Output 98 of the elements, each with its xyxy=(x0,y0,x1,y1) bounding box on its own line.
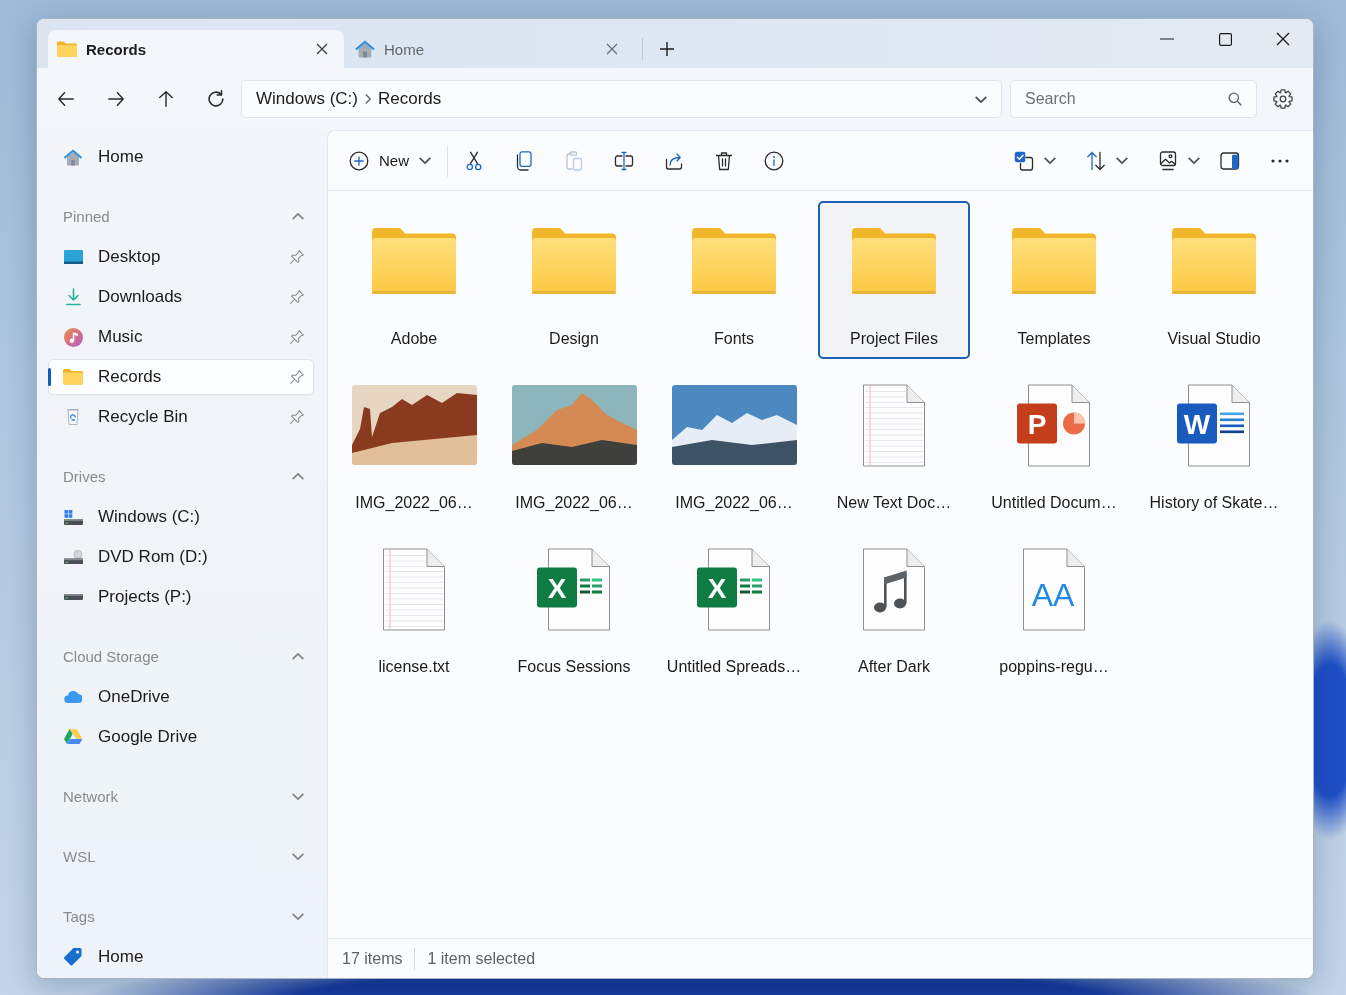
scissors-icon[interactable] xyxy=(464,150,484,171)
selection-status: 1 item selected xyxy=(427,949,536,968)
settings-icon[interactable] xyxy=(1273,89,1293,109)
sort-arrows-icon xyxy=(1086,150,1106,171)
disc-drive-icon xyxy=(63,549,83,565)
cloud-icon xyxy=(63,691,83,703)
tab[interactable]: Records xyxy=(48,30,344,68)
trash-icon[interactable] xyxy=(714,150,734,171)
sidebar-item[interactable]: Projects (P:) xyxy=(48,579,314,615)
folder-icon xyxy=(532,228,616,294)
chevron-down-icon xyxy=(292,912,304,920)
address-bar[interactable]: Windows (C:) Records xyxy=(241,80,1002,118)
sidebar-item[interactable]: OneDrive xyxy=(48,679,314,715)
chevron-down-icon[interactable] xyxy=(975,95,987,103)
file-item[interactable]: New Text Doc… xyxy=(818,365,970,523)
chevron-up-icon xyxy=(292,212,304,220)
folder-item[interactable]: Visual Studio xyxy=(1138,201,1290,359)
folder-icon xyxy=(1172,228,1256,294)
home-icon xyxy=(355,40,375,58)
folder-icon xyxy=(372,228,456,294)
plus-circle-icon xyxy=(349,150,369,171)
folder-item[interactable]: Fonts xyxy=(658,201,810,359)
sort-menu-button[interactable] xyxy=(1086,150,1128,171)
copy-icon[interactable] xyxy=(514,150,534,171)
pin-icon[interactable] xyxy=(290,330,304,344)
sidebar-item[interactable]: Downloads xyxy=(48,279,314,315)
tab[interactable]: Home xyxy=(346,30,634,68)
folder-icon xyxy=(852,228,936,294)
sidebar-item[interactable]: Windows (C:) xyxy=(48,499,314,535)
file-item[interactable]: After Dark xyxy=(818,529,970,687)
chevron-down-icon xyxy=(292,792,304,800)
folder-item[interactable]: Design xyxy=(498,201,650,359)
sidebar-item[interactable]: DVD Rom (D:) xyxy=(48,539,314,575)
search-icon[interactable] xyxy=(1228,92,1242,106)
download-arrow-icon xyxy=(65,288,81,306)
tricolor-triangle-icon xyxy=(63,729,83,745)
file-item[interactable]: IMG_2022_06… xyxy=(338,365,490,523)
sidebar-item[interactable]: Records xyxy=(48,359,314,395)
info-icon[interactable] xyxy=(764,150,784,171)
checkbox-icon xyxy=(1014,150,1034,171)
folder-icon xyxy=(57,41,77,57)
maximize-icon[interactable] xyxy=(1218,32,1232,46)
file-item[interactable]: X Untitled Spreads… xyxy=(658,529,810,687)
sidebar-item[interactable]: Desktop xyxy=(48,239,314,275)
file-item[interactable]: IMG_2022_06… xyxy=(658,365,810,523)
music-file-icon xyxy=(862,547,926,631)
sidebar-item[interactable]: Home xyxy=(48,139,314,175)
file-item[interactable]: AA poppins-regu… xyxy=(978,529,1130,687)
close-icon[interactable] xyxy=(316,43,328,55)
text-file-icon xyxy=(862,383,926,467)
folder-icon xyxy=(1012,228,1096,294)
breadcrumb[interactable]: Windows (C:) xyxy=(256,89,358,109)
drive-icon xyxy=(63,594,83,600)
back-icon[interactable] xyxy=(57,92,75,106)
folder-item[interactable]: Project Files xyxy=(818,201,970,359)
file-item[interactable]: X Focus Sessions xyxy=(498,529,650,687)
home-icon xyxy=(64,148,82,166)
search-field[interactable]: Search xyxy=(1010,80,1257,118)
pin-icon[interactable] xyxy=(290,290,304,304)
sidebar-item[interactable]: Home xyxy=(48,939,314,975)
rename-icon[interactable] xyxy=(614,150,634,171)
font-file-icon: AA xyxy=(1022,547,1086,631)
select-menu-button[interactable] xyxy=(1014,150,1056,171)
image-icon xyxy=(1158,150,1178,171)
refresh-icon[interactable] xyxy=(207,90,225,108)
system-drive-icon xyxy=(63,509,83,525)
new-button[interactable]: New xyxy=(349,150,431,171)
new-tab-icon[interactable] xyxy=(659,41,675,57)
sidebar-item[interactable]: Recycle Bin xyxy=(48,399,314,435)
sidebar-item[interactable]: Music xyxy=(48,319,314,355)
chevron-up-icon xyxy=(292,472,304,480)
desktop-icon xyxy=(63,250,83,264)
chevron-right-icon xyxy=(365,94,371,104)
folder-item[interactable]: Adobe xyxy=(338,201,490,359)
file-item[interactable]: P Untitled Docum… xyxy=(978,365,1130,523)
text-file-icon xyxy=(382,547,446,631)
forward-icon[interactable] xyxy=(107,92,125,106)
view-menu-button[interactable] xyxy=(1158,150,1200,171)
chevron-down-icon xyxy=(292,852,304,860)
panel-icon[interactable] xyxy=(1220,150,1240,171)
pin-icon[interactable] xyxy=(290,250,304,264)
file-item[interactable]: IMG_2022_06… xyxy=(498,365,650,523)
folder-icon xyxy=(63,369,83,385)
folder-icon xyxy=(692,228,776,294)
music-note-icon xyxy=(63,327,83,347)
up-arrow-icon[interactable] xyxy=(159,90,173,108)
folder-item[interactable]: Templates xyxy=(978,201,1130,359)
file-item[interactable]: license.txt xyxy=(338,529,490,687)
sidebar-item[interactable]: Google Drive xyxy=(48,719,314,755)
breadcrumb[interactable]: Records xyxy=(378,89,442,109)
pin-icon[interactable] xyxy=(290,370,304,384)
file-item[interactable]: W History of Skate… xyxy=(1138,365,1290,523)
pin-icon[interactable] xyxy=(290,410,304,424)
tag-icon xyxy=(64,948,82,966)
close-icon[interactable] xyxy=(1276,32,1290,46)
item-count: 17 items xyxy=(342,949,403,968)
recycle-bin-icon xyxy=(67,409,79,425)
chevron-up-icon xyxy=(292,652,304,660)
